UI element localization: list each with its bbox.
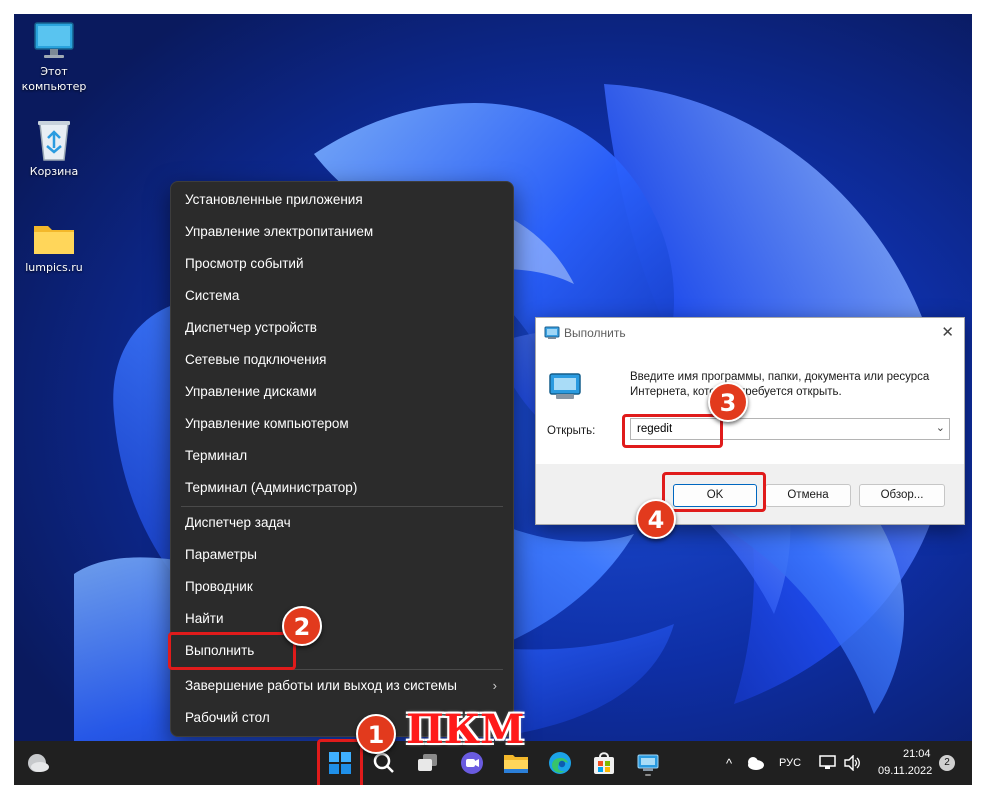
desktop-icon-label: Этот компьютер <box>21 65 87 93</box>
clock-time[interactable]: 21:04 <box>903 748 931 760</box>
open-label: Открыть: <box>547 425 596 437</box>
step-badge-2: 2 <box>282 606 322 646</box>
menu-separator <box>181 506 503 507</box>
menu-item-label: Проводник <box>185 579 253 594</box>
store-icon[interactable] <box>590 749 618 777</box>
menu-item-label: Установленные приложения <box>185 192 363 207</box>
menu-item-network-connections[interactable]: Сетевые подключения <box>171 345 513 375</box>
highlight-ok-button <box>662 472 766 512</box>
menu-item-label: Параметры <box>185 547 257 562</box>
highlight-run-menu-item <box>168 632 296 670</box>
menu-item-task-manager[interactable]: Диспетчер задач <box>171 508 513 538</box>
menu-item-label: Завершение работы или выход из системы <box>185 678 457 693</box>
highlight-start-button <box>317 739 363 785</box>
cancel-button[interactable]: Отмена <box>765 484 851 507</box>
recycle-bin-icon <box>38 121 70 161</box>
desktop-icon-label: Корзина <box>29 165 79 178</box>
menu-item-terminal-admin[interactable]: Терминал (Администратор) <box>171 473 513 503</box>
monitor-icon <box>34 22 74 58</box>
language-indicator[interactable]: РУС <box>779 757 801 769</box>
step-badge-3: 3 <box>708 382 748 422</box>
menu-item-device-manager[interactable]: Диспетчер устройств <box>171 313 513 343</box>
desktop-icon-label: lumpics.ru <box>25 261 83 274</box>
chevron-right-icon: › <box>492 678 497 693</box>
file-explorer-icon[interactable] <box>502 749 530 777</box>
menu-item-terminal[interactable]: Терминал <box>171 441 513 471</box>
step-badge-1: 1 <box>356 714 396 754</box>
close-icon[interactable]: ✕ <box>941 323 954 341</box>
weather-icon[interactable] <box>24 749 52 777</box>
desktop-icon-folder[interactable]: lumpics.ru <box>19 218 89 275</box>
folder-icon <box>34 226 74 254</box>
edge-icon[interactable] <box>546 749 574 777</box>
menu-item-label: Управление электропитанием <box>185 224 374 239</box>
menu-item-power-options[interactable]: Управление электропитанием <box>171 217 513 247</box>
step-badge-4: 4 <box>636 499 676 539</box>
network-icon[interactable] <box>819 755 837 771</box>
desktop-icon-this-pc[interactable]: Этот компьютер <box>19 20 89 94</box>
menu-item-file-explorer[interactable]: Проводник <box>171 572 513 602</box>
menu-item-disk-management[interactable]: Управление дисками <box>171 377 513 407</box>
clock-date[interactable]: 09.11.2022 <box>878 765 932 777</box>
browse-button[interactable]: Обзор... <box>859 484 945 507</box>
menu-item-settings[interactable]: Параметры <box>171 540 513 570</box>
menu-item-label: Сетевые подключения <box>185 352 327 367</box>
menu-item-system[interactable]: Система <box>171 281 513 311</box>
desktop-icon-recycle-bin[interactable]: Корзина <box>19 118 89 179</box>
menu-item-label: Управление дисками <box>185 384 317 399</box>
menu-item-label: Управление компьютером <box>185 416 349 431</box>
menu-item-label: Диспетчер устройств <box>185 320 317 335</box>
menu-item-installed-apps[interactable]: Установленные приложения <box>171 185 513 215</box>
notification-count: 2 <box>944 757 950 768</box>
dialog-body: Введите имя программы, папки, документа … <box>536 348 964 464</box>
dialog-title: Выполнить <box>564 326 626 340</box>
menu-item-shutdown-signout[interactable]: Завершение работы или выход из системы › <box>171 671 513 701</box>
volume-icon[interactable] <box>843 755 861 771</box>
menu-item-label: Найти <box>185 611 224 626</box>
dialog-description: Введите имя программы, папки, документа … <box>630 371 930 398</box>
run-app-icon <box>544 326 560 339</box>
notification-badge[interactable]: 2 <box>939 755 955 771</box>
chat-icon[interactable] <box>458 749 486 777</box>
desktop-screen: Этот компьютер Корзина lumpics.ru Устано… <box>14 14 972 785</box>
menu-item-label: Терминал <box>185 448 248 463</box>
run-app-icon <box>549 373 581 399</box>
highlight-regedit-input <box>622 414 723 448</box>
task-view-icon[interactable] <box>414 749 442 777</box>
menu-item-label: Диспетчер задач <box>185 515 291 530</box>
right-click-caption: ПКМ <box>406 706 525 753</box>
menu-item-label: Рабочий стол <box>185 710 270 725</box>
run-app-icon[interactable] <box>634 749 662 777</box>
dialog-titlebar[interactable]: Выполнить ✕ <box>536 318 964 348</box>
menu-item-label: Просмотр событий <box>185 256 304 271</box>
weather-cloud-icon[interactable] <box>745 755 765 771</box>
menu-item-event-viewer[interactable]: Просмотр событий <box>171 249 513 279</box>
menu-item-label: Система <box>185 288 240 303</box>
menu-item-computer-management[interactable]: Управление компьютером <box>171 409 513 439</box>
menu-item-search[interactable]: Найти <box>171 604 513 634</box>
menu-item-label: Терминал (Администратор) <box>185 480 358 495</box>
chevron-down-icon[interactable]: ⌄ <box>936 421 945 434</box>
tray-overflow-chevron[interactable]: ^ <box>726 756 732 771</box>
